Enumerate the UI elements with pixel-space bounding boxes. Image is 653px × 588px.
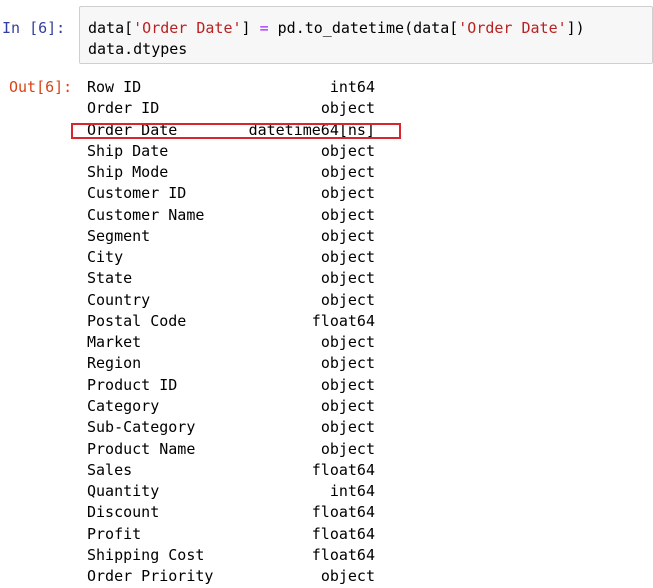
column-dtype: object: [320, 333, 375, 352]
code-input-area[interactable]: data['Order Date'] = pd.to_datetime(data…: [79, 6, 653, 64]
dtype-row: Row ID int64: [87, 77, 387, 98]
code-token: ]: [241, 19, 260, 37]
dtype-row: Customer ID object: [87, 183, 387, 204]
code-token: ]): [566, 19, 585, 37]
column-dtype: float64: [311, 311, 375, 330]
column-name: Product ID: [87, 375, 178, 394]
dtype-row: Ship Date object: [87, 141, 387, 162]
input-prompt: In [6]:: [2, 19, 66, 37]
dtype-row: Quantity int64: [87, 481, 387, 502]
column-name: Order Priority: [87, 567, 214, 586]
dtype-row: City object: [87, 247, 387, 268]
column-name: Postal Code: [87, 311, 187, 330]
column-name: Customer ID: [87, 184, 187, 203]
column-dtype: object: [320, 184, 375, 203]
dtype-row: Profit float64: [87, 524, 387, 545]
dtype-row: Region object: [87, 353, 387, 374]
dtype-row: Country object: [87, 290, 387, 311]
column-name: Category: [87, 396, 160, 415]
column-dtype: object: [320, 141, 375, 160]
code-string-token: 'Order Date': [458, 19, 567, 37]
column-dtype: datetime64[ns]: [248, 120, 375, 139]
column-name: Sub-Category: [87, 418, 196, 437]
column-name: State: [87, 269, 133, 288]
column-name: Segment: [87, 226, 151, 245]
dtype-row: Product Name object: [87, 439, 387, 460]
column-name: Quantity: [87, 482, 160, 501]
dtype-row: Discount float64: [87, 502, 387, 523]
column-dtype: object: [320, 99, 375, 118]
dtype-row: Shipping Cost float64: [87, 545, 387, 566]
column-dtype: object: [320, 205, 375, 224]
column-name: Profit: [87, 524, 142, 543]
column-name: Sales: [87, 460, 133, 479]
column-dtype: object: [320, 418, 375, 437]
column-dtype: float64: [311, 503, 375, 522]
column-name: Ship Date: [87, 141, 169, 160]
dtype-row: Product ID object: [87, 375, 387, 396]
dtype-row: Order Date datetime64[ns]: [87, 120, 387, 141]
dtype-row: Category object: [87, 396, 387, 417]
column-name: Product Name: [87, 439, 196, 458]
dtype-row: Ship Mode object: [87, 162, 387, 183]
code-token: pd.to_datetime(data[: [268, 19, 459, 37]
column-name: Country: [87, 290, 151, 309]
code-line-1: data['Order Date'] = pd.to_datetime(data…: [88, 18, 585, 39]
code-token: data[: [88, 19, 134, 37]
column-name: Order ID: [87, 99, 160, 118]
column-dtype: int64: [329, 482, 375, 501]
column-dtype: object: [320, 248, 375, 267]
column-name: City: [87, 248, 124, 267]
output-prompt: Out[6]:: [9, 78, 73, 96]
dtype-row: Sub-Category object: [87, 417, 387, 438]
dtype-row: State object: [87, 268, 387, 289]
column-dtype: object: [320, 567, 375, 586]
dtype-row: Segment object: [87, 226, 387, 247]
column-dtype: object: [320, 439, 375, 458]
dtype-row: Customer Name object: [87, 205, 387, 226]
column-dtype: float64: [311, 545, 375, 564]
column-name: Shipping Cost: [87, 545, 205, 564]
column-name: Order Date: [87, 120, 178, 139]
code-line-2: data.dtypes: [88, 40, 188, 58]
column-name: Ship Mode: [87, 163, 169, 182]
column-name: Row ID: [87, 78, 142, 96]
dtype-row: Sales float64: [87, 460, 387, 481]
code-operator-token: =: [259, 19, 269, 37]
column-name: Market: [87, 333, 142, 352]
column-name: Discount: [87, 503, 160, 522]
dtypes-output: Row ID int64 Order ID object Order Date datet…: [87, 77, 387, 587]
column-name: Region: [87, 354, 142, 373]
column-name: Customer Name: [87, 205, 205, 224]
column-dtype: object: [320, 163, 375, 182]
column-dtype: object: [320, 354, 375, 373]
column-dtype: int64: [329, 78, 375, 96]
dtype-row: Market object: [87, 332, 387, 353]
dtype-row: Postal Code float64: [87, 311, 387, 332]
column-dtype: float64: [311, 524, 375, 543]
column-dtype: object: [320, 375, 375, 394]
column-dtype: object: [320, 396, 375, 415]
column-dtype: object: [320, 269, 375, 288]
column-dtype: object: [320, 290, 375, 309]
code-string-token: 'Order Date': [133, 19, 242, 37]
column-dtype: float64: [311, 460, 375, 479]
dtype-row: Order Priority object: [87, 566, 387, 587]
column-dtype: object: [320, 226, 375, 245]
dtype-row: Order ID object: [87, 98, 387, 119]
